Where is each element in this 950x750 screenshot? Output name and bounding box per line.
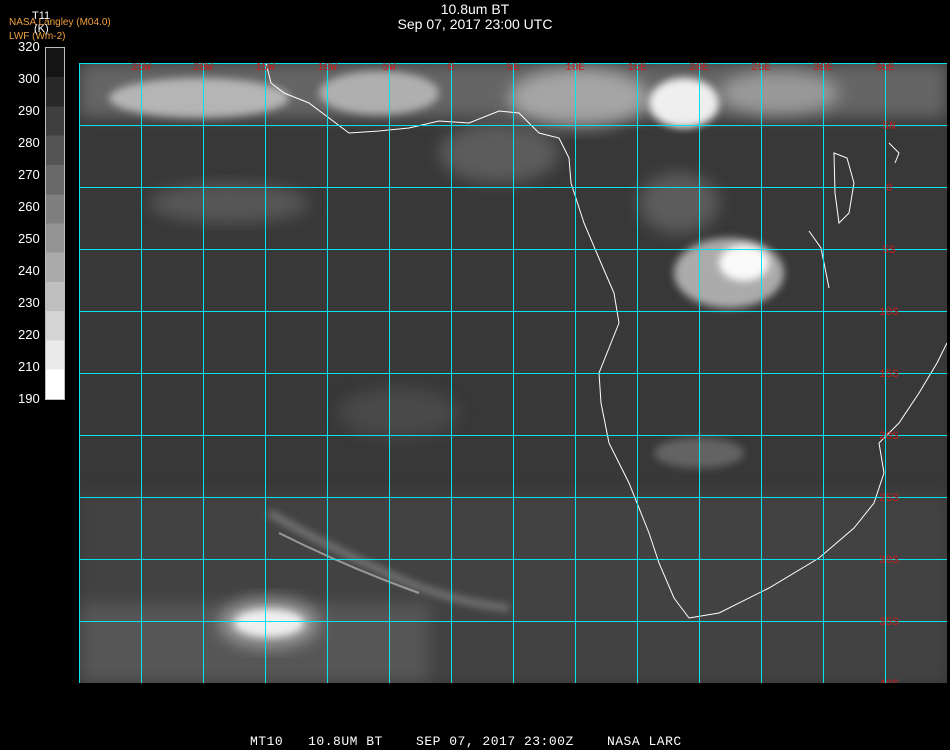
longitude-label: 10E: [565, 63, 585, 74]
colorbar-tick-label: 250: [18, 231, 40, 246]
colorbar-unit: (K): [34, 23, 49, 35]
longitude-label: 30E: [813, 63, 833, 74]
longitude-label: 25E: [751, 63, 771, 74]
longitude-label: 5W: [382, 63, 396, 74]
colorbar-tick-label: 220: [18, 327, 40, 342]
longitude-label: 25W: [131, 63, 151, 74]
longitude-label: 0: [448, 63, 455, 74]
image-timestamp: Sep 07, 2017 23:00 UTC: [397, 16, 553, 32]
colorbar-tick-label: 300: [18, 71, 40, 86]
longitude-label: 20E: [689, 63, 709, 74]
latitude-label: 20S: [879, 431, 899, 443]
latitude-label: 30S: [879, 555, 899, 567]
latitude-label: 5N: [882, 121, 895, 133]
footer-caption: MT10 10.8UM BT SEP 07, 2017 23:00Z NASA …: [250, 734, 682, 749]
longitude-label: 20W: [193, 63, 213, 74]
longitude-label: 15W: [255, 63, 275, 74]
colorbar-variable: T11: [32, 10, 51, 22]
image-title: 10.8um BT: [440, 1, 510, 17]
latitude-label: 40S: [879, 679, 899, 683]
colorbar-tick-label: 240: [18, 263, 40, 278]
credit-label: NASA Langley (M04.0): [9, 17, 111, 28]
colorbar-tick-label: 270: [18, 167, 40, 182]
longitude-label: 15E: [627, 63, 647, 74]
colorbar-tick-label: 290: [18, 103, 40, 118]
colorbar-tick-label: 320: [18, 39, 40, 54]
longitude-label: 5E: [506, 63, 520, 74]
satellite-map: 25W 20W 15W 10W 5W 0 5E 10E 15E 20E 25E 30E 35E 5N 0 5…: [79, 63, 947, 683]
longitude-label: 10W: [317, 63, 337, 74]
colorbar-tick-label: 260: [18, 199, 40, 214]
colorbar-tick-label: 280: [18, 135, 40, 150]
colorbar: [45, 47, 65, 400]
latitude-label: 25S: [879, 493, 899, 505]
latitude-label: 0: [886, 183, 893, 195]
latitude-label: 15S: [879, 369, 899, 381]
latitude-label: 35S: [879, 617, 899, 629]
colorbar-tick-label: 230: [18, 295, 40, 310]
longitude-label: 35E: [875, 63, 895, 74]
colorbar-tick-label: 190: [18, 391, 40, 406]
latitude-label: 5S: [882, 245, 896, 257]
latitude-label: 10S: [879, 307, 899, 319]
colorbar-tick-label: 210: [18, 359, 40, 374]
